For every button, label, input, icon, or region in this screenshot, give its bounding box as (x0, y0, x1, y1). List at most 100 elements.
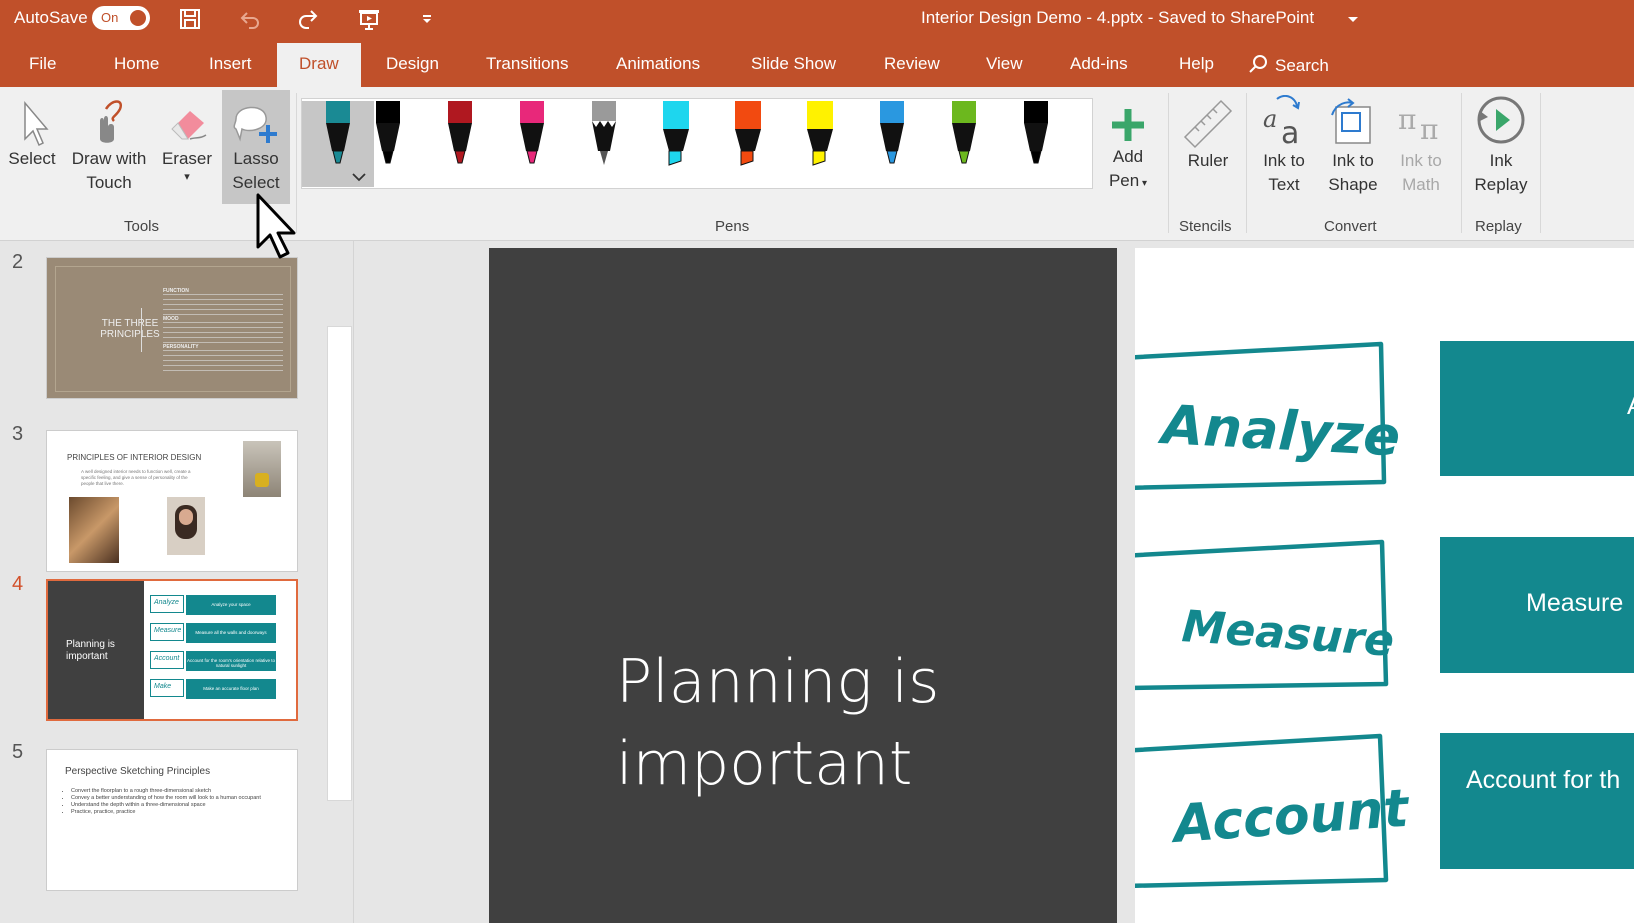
tab-add-ins[interactable]: Add-ins (1070, 54, 1128, 74)
document-title[interactable]: Interior Design Demo - 4.pptx - Saved to… (921, 8, 1314, 28)
add-pen-label-2: Pen (1108, 171, 1140, 190)
pen-swatch[interactable] (515, 101, 549, 187)
svg-text:a: a (1281, 116, 1299, 149)
slide-thumbnail-pane[interactable]: 2 THE THREE PRINCIPLES FUNCTION MOOD PER… (0, 241, 328, 923)
ribbon-tabs: File Home Insert Draw Design Transitions… (0, 40, 1634, 88)
svg-text:π: π (1420, 113, 1438, 146)
thumb-ink-box: Measure (150, 623, 184, 641)
add-pen-button[interactable]: Add Pen ▾ (1098, 105, 1158, 196)
tab-draw[interactable]: Draw (277, 43, 361, 88)
tab-file[interactable]: File (29, 54, 56, 74)
tab-animations[interactable]: Animations (616, 54, 700, 74)
eraser-button[interactable]: Eraser ▾ (158, 99, 216, 183)
eraser-label: Eraser (161, 149, 213, 168)
ruler-button[interactable]: Ruler (1176, 95, 1240, 173)
pen-options-dropdown-icon[interactable] (352, 169, 366, 187)
tab-insert[interactable]: Insert (209, 54, 252, 74)
pen-swatch[interactable] (875, 101, 909, 187)
slide-number: 3 (12, 423, 24, 445)
pen-swatch[interactable] (803, 101, 837, 187)
ink-word: Account (1168, 779, 1413, 856)
ink-replay-label-1: Ink (1489, 151, 1513, 170)
add-pen-dropdown-icon[interactable]: ▾ (1139, 178, 1147, 189)
pen-swatch[interactable] (947, 101, 981, 187)
slide-number: 5 (12, 741, 24, 763)
ink-to-math-label-1: Ink to (1400, 151, 1442, 170)
thumb-bar: Measure all the walls and doorways (186, 623, 276, 643)
tab-slide-show[interactable]: Slide Show (751, 54, 836, 74)
svg-text:π: π (1398, 103, 1416, 136)
ink-to-math-button[interactable]: ππ Ink to Math (1390, 95, 1452, 197)
content-bar[interactable]: Measure (1440, 537, 1634, 673)
plus-icon (1112, 109, 1144, 141)
slide-title-line: Planning is (616, 647, 940, 717)
ink-to-shape-icon (1331, 98, 1371, 144)
chevron-down-icon[interactable] (1347, 12, 1359, 30)
content-bar[interactable]: A (1440, 341, 1634, 476)
search-icon[interactable] (1248, 54, 1268, 79)
scrollbar-thumb[interactable] (327, 326, 352, 801)
eraser-dropdown-icon[interactable]: ▾ (158, 171, 216, 183)
ruler-label: Ruler (1187, 151, 1229, 170)
pen-swatch[interactable] (371, 101, 405, 187)
ribbon-separator (1168, 93, 1169, 233)
tab-design[interactable]: Design (386, 54, 439, 74)
thumb-ink-box: Analyze (150, 595, 184, 613)
highlighter-icon (735, 101, 761, 166)
pen-swatch[interactable] (731, 101, 765, 187)
draw-with-touch-button[interactable]: Draw with Touch (66, 99, 152, 195)
ink-to-shape-label-2: Shape (1328, 175, 1378, 194)
redo-icon[interactable] (295, 6, 321, 32)
thumb-bar: Account for the room's orientation relat… (186, 651, 276, 671)
lasso-select-label-2: Select (232, 173, 280, 192)
thumb-photo-tools (69, 497, 119, 563)
tab-review[interactable]: Review (884, 54, 940, 74)
ink-to-text-icon: aa (1263, 95, 1300, 149)
pen-swatch[interactable] (659, 101, 693, 187)
content-bar-text: A (1627, 392, 1634, 420)
slide-title-panel[interactable]: Planning is important (489, 248, 1117, 923)
slide-title[interactable]: Planning is important (616, 641, 939, 805)
thumb-body: FUNCTION MOOD PERSONALITY (163, 288, 283, 372)
slide-thumbnail-3[interactable]: PRINCIPLES OF INTERIOR DESIGN A well des… (46, 430, 298, 572)
thumb-title: Planning is important (66, 639, 115, 663)
highlighter-icon (663, 101, 689, 166)
tab-transitions[interactable]: Transitions (486, 54, 569, 74)
tab-home[interactable]: Home (114, 54, 159, 74)
slide-number: 4 (12, 573, 24, 595)
thumb-bullet: Understand the depth within a three-dime… (71, 802, 281, 809)
content-bar[interactable]: Account for th (1440, 733, 1634, 869)
title-bar: AutoSave On Interior Design Demo - 4.ppt… (0, 0, 1634, 40)
ink-to-math-icon: ππ (1398, 103, 1438, 146)
autosave-toggle[interactable]: On (92, 6, 150, 30)
save-icon[interactable] (177, 6, 203, 32)
slide-thumbnail-2[interactable]: THE THREE PRINCIPLES FUNCTION MOOD PERSO… (46, 257, 298, 399)
tab-view[interactable]: View (986, 54, 1023, 74)
add-pen-label-1: Add (1112, 147, 1144, 166)
lasso-select-label-1: Lasso (233, 149, 279, 168)
thumb-title: PRINCIPLES OF INTERIOR DESIGN (67, 453, 202, 462)
ink-replay-button[interactable]: Ink Replay (1466, 91, 1536, 197)
slide-thumbnail-4[interactable]: Planning is important Analyze Analyze you… (46, 579, 298, 721)
svg-text:a: a (1263, 105, 1277, 133)
thumb-bullet: Convey a better understanding of how the… (71, 795, 281, 802)
pencil-icon (592, 101, 616, 165)
ink-to-text-button[interactable]: aa Ink to Text (1252, 95, 1316, 197)
present-icon[interactable] (356, 6, 382, 32)
pen-swatch[interactable] (443, 101, 477, 187)
pen-swatch[interactable] (1019, 101, 1053, 187)
pen-icon (1024, 101, 1048, 164)
tell-me-search[interactable]: Search (1275, 56, 1329, 76)
slide-thumbnail-5[interactable]: Perspective Sketching Principles Convert… (46, 749, 298, 891)
undo-icon[interactable] (237, 6, 263, 32)
customize-icon[interactable] (414, 6, 440, 32)
thumb-text-lines (163, 294, 283, 316)
tab-help[interactable]: Help (1179, 54, 1214, 74)
select-label: Select (8, 149, 56, 168)
pen-swatch[interactable] (587, 101, 621, 187)
draw-with-touch-label-2: Touch (86, 173, 132, 192)
select-button[interactable]: Select (6, 99, 58, 171)
lasso-select-button[interactable]: Lasso Select (222, 90, 290, 204)
pen-icon (952, 101, 976, 164)
ink-to-shape-button[interactable]: Ink to Shape (1320, 95, 1386, 197)
